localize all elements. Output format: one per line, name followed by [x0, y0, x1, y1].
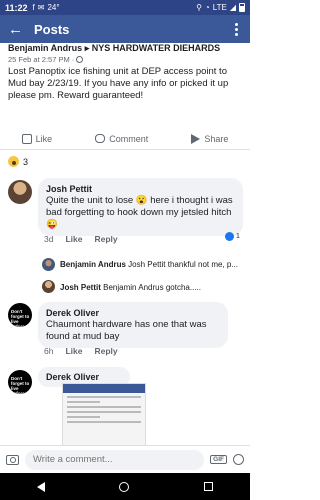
comment-icon	[95, 134, 106, 143]
avatar[interactable]: Don't forget to live before you die.	[8, 303, 32, 327]
comment-input[interactable]	[25, 449, 205, 470]
like-reaction-icon	[225, 232, 234, 241]
avatar[interactable]	[42, 280, 55, 293]
like-button[interactable]: Like	[21, 133, 52, 144]
app-bar: ← Posts	[0, 15, 250, 43]
avatar[interactable]	[8, 180, 32, 204]
reply-author: Josh Pettit	[60, 283, 101, 292]
comment-like-count[interactable]: 1	[225, 232, 240, 241]
reaction-summary[interactable]: 3	[8, 156, 28, 167]
reaction-count: 3	[23, 156, 29, 167]
reply-preview[interactable]: Josh Pettit Benjamin Andrus gotcha.....	[60, 283, 245, 292]
commenter-name[interactable]: Derek Oliver	[46, 371, 122, 383]
commenter-name[interactable]: Derek Oliver	[46, 307, 220, 319]
comment-meta: 6h Like Reply	[44, 346, 118, 356]
post-group[interactable]: NYS HARDWATER DIEHARDS	[92, 43, 220, 53]
caret-right-icon: ▸	[84, 43, 92, 53]
wifi-icon: ◔	[204, 3, 210, 12]
comment-image[interactable]	[62, 383, 146, 453]
reply-author: Benjamin Andrus	[60, 260, 126, 269]
share-button[interactable]: Share	[191, 133, 228, 144]
commenter-name[interactable]: Josh Pettit	[46, 183, 235, 195]
location-icon: ⚲	[196, 3, 202, 12]
emoji-icon[interactable]	[233, 454, 244, 465]
comment-text: Chaumont hardware has one that was found…	[46, 319, 207, 342]
comment-button[interactable]: Comment	[95, 134, 148, 144]
facebook-notification-icon: f	[32, 3, 35, 12]
network-type-text: LTE	[212, 3, 227, 12]
comment-time: 3d	[44, 234, 54, 244]
gif-button[interactable]: GIF	[210, 455, 227, 464]
post-body: Lost Panoptix ice fishing unit at DEP ac…	[8, 66, 229, 101]
reply-text: Benjamin Andrus gotcha.....	[103, 283, 201, 292]
comment-bubble: Derek Oliver Chaumont hardware has one t…	[38, 302, 228, 348]
comment-meta: 3d Like Reply	[44, 234, 118, 244]
temperature-text: 24°	[47, 3, 60, 12]
wow-reaction-icon	[8, 156, 19, 167]
battery-icon	[239, 3, 245, 12]
post-author[interactable]: Benjamin Andrus	[8, 43, 82, 53]
camera-icon[interactable]	[6, 454, 19, 465]
share-icon	[191, 133, 201, 144]
system-nav-bar	[0, 473, 250, 500]
post-timestamp[interactable]: 25 Feb at 2:57 PM ·	[8, 55, 74, 64]
comment-reply-button[interactable]: Reply	[94, 234, 117, 244]
mail-icon: ✉	[37, 3, 45, 12]
nav-back-icon[interactable]	[37, 481, 46, 492]
comment-like-button[interactable]: Like	[65, 346, 82, 356]
reply-text: Josh Pettit thankful not me, p...	[128, 260, 239, 269]
post-actions: Like Comment Share	[0, 128, 250, 150]
globe-icon	[76, 56, 84, 63]
avatar[interactable]	[42, 258, 55, 271]
status-bar: 11:22 f ✉ 24° ⚲ ◔ LTE ◢	[0, 0, 250, 15]
reply-preview[interactable]: Benjamin Andrus Josh Pettit thankful not…	[60, 260, 245, 269]
nav-recent-apps-icon[interactable]	[203, 482, 213, 491]
post-header: Benjamin Andrus ▸ NYS HARDWATER DIEHARDS…	[0, 43, 250, 65]
thumbs-up-icon	[21, 133, 32, 144]
comment-composer: GIF	[0, 445, 250, 473]
status-time: 11:22	[5, 2, 28, 13]
comment-bubble: Josh Pettit Quite the unit to lose 😮 her…	[38, 178, 243, 236]
comment-time: 6h	[44, 346, 54, 356]
back-arrow-icon[interactable]: ←	[8, 21, 26, 38]
page-title: Posts	[34, 21, 70, 37]
comment-like-button[interactable]: Like	[65, 234, 82, 244]
nav-home-icon[interactable]	[119, 481, 130, 492]
avatar[interactable]: Don't forget to live before you die.	[8, 370, 32, 394]
comment-reply-button[interactable]: Reply	[94, 346, 117, 356]
signal-icon: ◢	[229, 3, 236, 12]
comment-text: Quite the unit to lose 😮 here i thought …	[46, 195, 233, 230]
more-options-icon[interactable]	[230, 22, 242, 36]
